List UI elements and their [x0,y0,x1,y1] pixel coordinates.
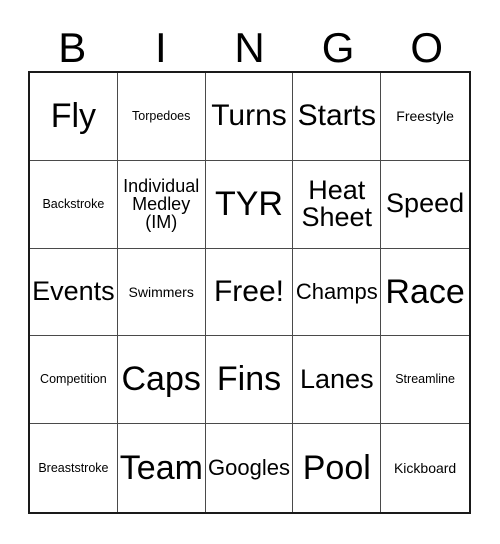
header-letter-n: N [234,24,265,71]
bingo-cell-label: Team [119,448,203,487]
header-letter-o: O [410,24,443,71]
bingo-cell-n5[interactable]: Googles [205,424,294,512]
bingo-cell-n1[interactable]: Turns [205,73,294,161]
bingo-cell-o4[interactable]: Streamline [381,336,469,425]
bingo-cell-free-space[interactable]: Free! [205,248,294,337]
bingo-cell-o2[interactable]: Speed [381,160,469,249]
bingo-cell-i3[interactable]: Swimmers [117,248,206,337]
bingo-cell-i4[interactable]: Caps [117,336,206,425]
bingo-cell-b3[interactable]: Events [30,248,118,337]
bingo-cell-i2[interactable]: Individual Medley (IM) [117,160,206,249]
bingo-cell-g3[interactable]: Champs [293,248,382,337]
bingo-cell-b4[interactable]: Competition [30,336,118,425]
bingo-cell-label: Free! [213,274,284,308]
bingo-cell-label: Streamline [395,372,455,387]
bingo-grid: Fly Torpedoes Turns Starts Freestyle Bac… [28,71,471,514]
bingo-cell-label: Kickboard [393,459,457,476]
bingo-cell-o1[interactable]: Freestyle [381,73,469,161]
header-letter-b: B [58,24,87,71]
bingo-cell-label: Lanes [300,364,374,395]
bingo-cell-label: Freestyle [396,108,454,125]
bingo-cell-i1[interactable]: Torpedoes [117,73,206,161]
bingo-cell-g1[interactable]: Starts [293,73,382,161]
bingo-cell-label: Torpedoes [132,109,191,124]
bingo-cell-label: Starts [297,99,376,133]
bingo-cell-label: Turns [211,99,287,133]
bingo-cell-label: Swimmers [128,283,194,300]
bingo-cell-n4[interactable]: Fins [205,336,294,425]
bingo-cell-label: Race [385,272,465,311]
bingo-header-row: B I N G O [28,18,471,71]
bingo-cell-label: Breaststroke [38,460,109,475]
bingo-cell-b1[interactable]: Fly [30,73,118,161]
bingo-cell-label: Fins [216,360,282,399]
bingo-cell-label: Champs [295,278,378,304]
bingo-cell-label: Backstroke [42,196,105,211]
bingo-cell-label: Individual Medley (IM) [123,175,200,233]
bingo-cell-label: Events [32,276,115,307]
bingo-cell-o5[interactable]: Kickboard [381,424,469,512]
bingo-cell-i5[interactable]: Team [117,424,206,512]
bingo-cell-label: Competition [40,372,107,387]
bingo-cell-g4[interactable]: Lanes [293,336,382,425]
bingo-cell-o3[interactable]: Race [381,248,469,337]
bingo-cell-g2[interactable]: Heat Sheet [293,160,382,249]
bingo-cell-label: Fly [50,97,97,136]
bingo-cell-b5[interactable]: Breaststroke [30,424,118,512]
bingo-cell-b2[interactable]: Backstroke [30,160,118,249]
bingo-cell-label: Pool [302,448,371,487]
header-letter-g: G [321,24,355,71]
bingo-cell-g5[interactable]: Pool [293,424,382,512]
bingo-cell-n2[interactable]: TYR [205,160,294,249]
bingo-cell-label: Heat Sheet [301,174,373,233]
bingo-cell-label: Caps [121,360,201,399]
bingo-card: B I N G O Fly Torpedoes Turns Starts Fre… [0,0,500,544]
bingo-cell-label: Googles [208,454,290,480]
bingo-cell-label: TYR [214,184,283,223]
header-letter-i: I [155,24,167,71]
bingo-cell-label: Speed [386,188,465,219]
